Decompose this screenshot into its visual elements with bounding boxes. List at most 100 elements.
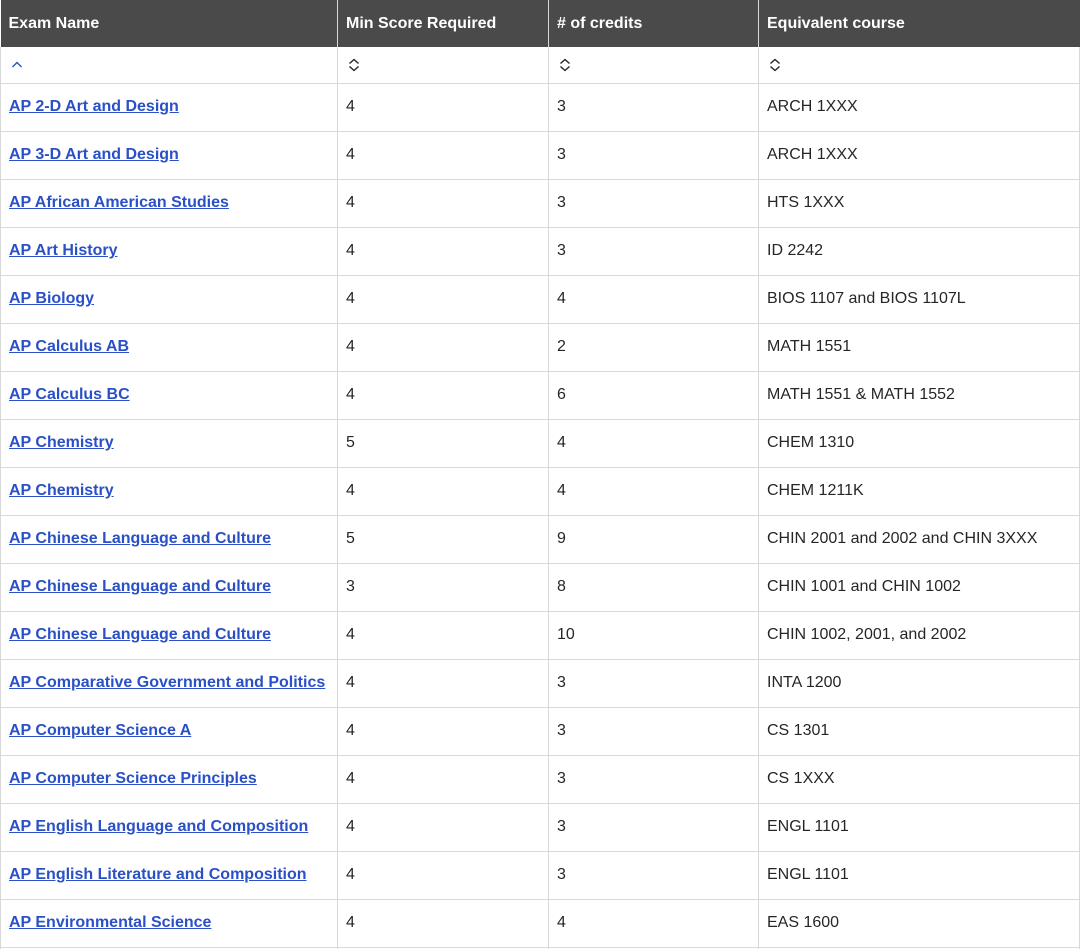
cell-equivalent-course: CHEM 1211K bbox=[758, 467, 1080, 516]
sort-controls-row bbox=[0, 47, 1080, 84]
cell-exam-name: AP English Literature and Composition bbox=[0, 851, 338, 900]
exam-link[interactable]: AP Computer Science A bbox=[9, 722, 191, 739]
cell-credits: 2 bbox=[548, 323, 759, 372]
exam-link[interactable]: AP 2-D Art and Design bbox=[9, 98, 179, 115]
cell-credits: 4 bbox=[548, 275, 759, 324]
table-row: AP Comparative Government and Politics 4 3… bbox=[0, 659, 1080, 708]
exam-link[interactable]: AP Comparative Government and Politics bbox=[9, 674, 325, 691]
cell-equivalent-course: ENGL 1101 bbox=[758, 803, 1080, 852]
cell-exam-name: AP Computer Science Principles bbox=[0, 755, 338, 804]
table-header-row: Exam Name Min Score Required # of credit… bbox=[0, 0, 1080, 47]
exam-link[interactable]: AP Chemistry bbox=[9, 482, 114, 499]
ap-credit-table: Exam Name Min Score Required # of credit… bbox=[0, 0, 1080, 949]
cell-credits: 8 bbox=[548, 563, 759, 612]
cell-equivalent-course: CS 1XXX bbox=[758, 755, 1080, 804]
table-row: AP Calculus AB 4 2 MATH 1551 bbox=[0, 323, 1080, 372]
exam-link[interactable]: AP English Literature and Composition bbox=[9, 866, 307, 883]
cell-min-score: 4 bbox=[337, 83, 549, 132]
cell-credits: 4 bbox=[548, 419, 759, 468]
sort-cell-exam-name bbox=[0, 47, 338, 84]
cell-equivalent-course: INTA 1200 bbox=[758, 659, 1080, 708]
cell-min-score: 4 bbox=[337, 275, 549, 324]
table-row: AP Computer Science Principles 4 3 CS 1XXX bbox=[0, 755, 1080, 804]
cell-exam-name: AP Art History bbox=[0, 227, 338, 276]
exam-link[interactable]: AP Computer Science Principles bbox=[9, 770, 257, 787]
cell-equivalent-course: MATH 1551 bbox=[758, 323, 1080, 372]
cell-min-score: 4 bbox=[337, 131, 549, 180]
cell-exam-name: AP Comparative Government and Politics bbox=[0, 659, 338, 708]
cell-min-score: 4 bbox=[337, 707, 549, 756]
table-row: AP African American Studies 4 3 HTS 1XXX bbox=[0, 179, 1080, 228]
cell-equivalent-course: CHIN 1002, 2001, and 2002 bbox=[758, 611, 1080, 660]
cell-min-score: 3 bbox=[337, 563, 549, 612]
cell-credits: 3 bbox=[548, 755, 759, 804]
table-row: AP Art History 4 3 ID 2242 bbox=[0, 227, 1080, 276]
cell-equivalent-course: ARCH 1XXX bbox=[758, 131, 1080, 180]
cell-credits: 3 bbox=[548, 803, 759, 852]
cell-min-score: 4 bbox=[337, 323, 549, 372]
cell-min-score: 5 bbox=[337, 419, 549, 468]
cell-min-score: 4 bbox=[337, 467, 549, 516]
cell-min-score: 4 bbox=[337, 611, 549, 660]
exam-link[interactable]: AP 3-D Art and Design bbox=[9, 146, 179, 163]
cell-min-score: 4 bbox=[337, 899, 549, 948]
cell-min-score: 4 bbox=[337, 755, 549, 804]
cell-credits: 3 bbox=[548, 83, 759, 132]
cell-min-score: 4 bbox=[337, 851, 549, 900]
sort-updown-icon[interactable] bbox=[346, 57, 362, 73]
cell-equivalent-course: ID 2242 bbox=[758, 227, 1080, 276]
cell-exam-name: AP Chinese Language and Culture bbox=[0, 515, 338, 564]
exam-link[interactable]: AP English Language and Composition bbox=[9, 818, 308, 835]
exam-link[interactable]: AP Calculus AB bbox=[9, 338, 129, 355]
cell-credits: 3 bbox=[548, 851, 759, 900]
header-equivalent-course: Equivalent course bbox=[758, 0, 1080, 47]
cell-exam-name: AP Calculus BC bbox=[0, 371, 338, 420]
cell-min-score: 4 bbox=[337, 371, 549, 420]
sort-updown-icon[interactable] bbox=[767, 57, 783, 73]
cell-min-score: 4 bbox=[337, 659, 549, 708]
sort-updown-icon[interactable] bbox=[557, 57, 573, 73]
cell-exam-name: AP Biology bbox=[0, 275, 338, 324]
header-min-score: Min Score Required bbox=[337, 0, 549, 47]
cell-equivalent-course: CHIN 1001 and CHIN 1002 bbox=[758, 563, 1080, 612]
table-row: AP Calculus BC 4 6 MATH 1551 & MATH 1552 bbox=[0, 371, 1080, 420]
table-row: AP Chemistry 4 4 CHEM 1211K bbox=[0, 467, 1080, 516]
table-row: AP 2-D Art and Design 4 3 ARCH 1XXX bbox=[0, 83, 1080, 132]
exam-link[interactable]: AP Chemistry bbox=[9, 434, 114, 451]
cell-credits: 4 bbox=[548, 467, 759, 516]
exam-link[interactable]: AP Calculus BC bbox=[9, 386, 130, 403]
exam-link[interactable]: AP African American Studies bbox=[9, 194, 229, 211]
exam-link[interactable]: AP Biology bbox=[9, 290, 94, 307]
table-row: AP Chinese Language and Culture 4 10 CHIN 1… bbox=[0, 611, 1080, 660]
cell-min-score: 4 bbox=[337, 803, 549, 852]
exam-link[interactable]: AP Chinese Language and Culture bbox=[9, 578, 271, 595]
exam-link[interactable]: AP Chinese Language and Culture bbox=[9, 626, 271, 643]
cell-exam-name: AP Chinese Language and Culture bbox=[0, 611, 338, 660]
cell-equivalent-course: HTS 1XXX bbox=[758, 179, 1080, 228]
cell-exam-name: AP English Language and Composition bbox=[0, 803, 338, 852]
cell-credits: 3 bbox=[548, 227, 759, 276]
sort-cell-equivalent-course bbox=[758, 47, 1080, 84]
table-row: AP 3-D Art and Design 4 3 ARCH 1XXX bbox=[0, 131, 1080, 180]
table-row: AP Environmental Science 4 4 EAS 1600 bbox=[0, 899, 1080, 948]
table-row: AP Chinese Language and Culture 5 9 CHIN 20… bbox=[0, 515, 1080, 564]
cell-credits: 10 bbox=[548, 611, 759, 660]
cell-exam-name: AP Environmental Science bbox=[0, 899, 338, 948]
cell-exam-name: AP 2-D Art and Design bbox=[0, 83, 338, 132]
cell-exam-name: AP Chemistry bbox=[0, 467, 338, 516]
cell-credits: 9 bbox=[548, 515, 759, 564]
cell-exam-name: AP Computer Science A bbox=[0, 707, 338, 756]
table-row: AP Chemistry 5 4 CHEM 1310 bbox=[0, 419, 1080, 468]
cell-credits: 3 bbox=[548, 707, 759, 756]
cell-equivalent-course: ARCH 1XXX bbox=[758, 83, 1080, 132]
header-exam-name: Exam Name bbox=[0, 0, 338, 47]
cell-exam-name: AP Chinese Language and Culture bbox=[0, 563, 338, 612]
exam-link[interactable]: AP Art History bbox=[9, 242, 117, 259]
exam-link[interactable]: AP Chinese Language and Culture bbox=[9, 530, 271, 547]
table-row: AP Biology 4 4 BIOS 1107 and BIOS 1107L bbox=[0, 275, 1080, 324]
cell-exam-name: AP 3-D Art and Design bbox=[0, 131, 338, 180]
cell-credits: 3 bbox=[548, 659, 759, 708]
exam-link[interactable]: AP Environmental Science bbox=[9, 914, 211, 931]
table-row: AP English Literature and Composition 4 3 E… bbox=[0, 851, 1080, 900]
chevron-up-icon[interactable] bbox=[9, 57, 25, 73]
